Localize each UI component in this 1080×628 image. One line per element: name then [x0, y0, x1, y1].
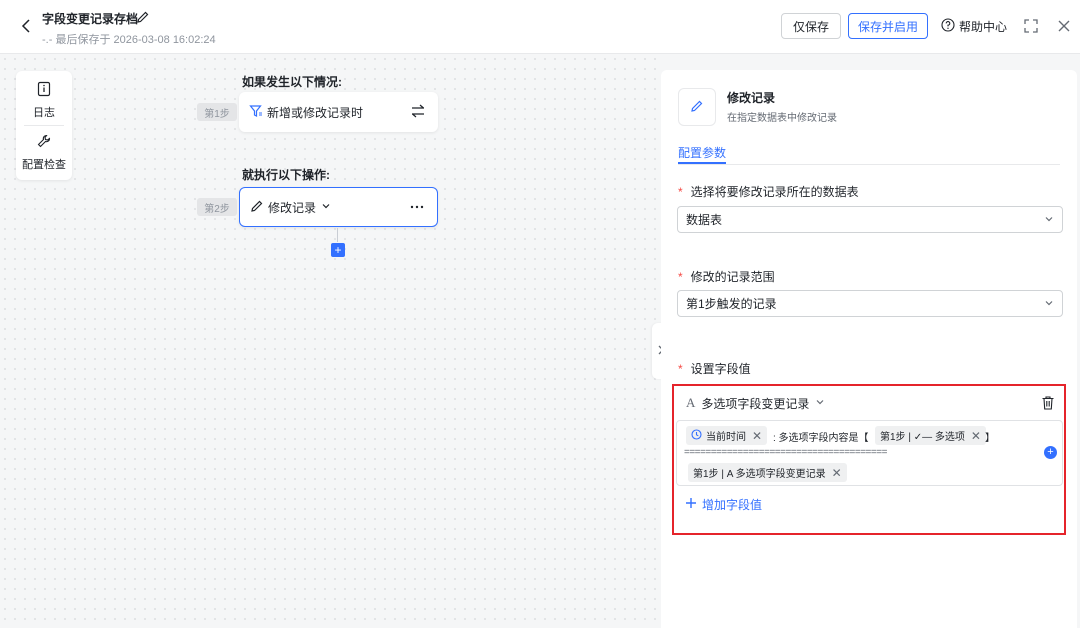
table-select-label: * 选择将要修改记录所在的数据表 — [678, 183, 859, 200]
trigger-section-title: 如果发生以下情况: — [242, 75, 342, 89]
last-saved-text: -.- 最后保存于 2026-03-08 16:02:24 — [42, 34, 216, 46]
table-select-value: 数据表 — [686, 213, 723, 227]
question-circle-icon — [941, 18, 955, 35]
active-tab-indicator — [678, 162, 726, 164]
save-and-enable-button[interactable]: 保存并启用 — [848, 13, 928, 39]
flow-connector — [337, 228, 338, 242]
set-field-values-label: * 设置字段值 — [678, 360, 751, 377]
top-header: 字段变更记录存档 -.- 最后保存于 2026-03-08 16:02:24 仅… — [0, 0, 1080, 54]
add-step-button[interactable]: + — [331, 243, 345, 257]
required-mark: * — [678, 362, 683, 376]
toolbox-divider — [24, 125, 64, 126]
pencil-icon — [250, 199, 264, 216]
help-center-label: 帮助中心 — [959, 20, 1008, 34]
chevron-down-icon — [1044, 297, 1054, 311]
wrench-icon — [36, 133, 52, 152]
table-select[interactable]: 数据表 — [677, 206, 1063, 233]
config-check-button[interactable]: 配置检查 — [16, 133, 72, 172]
action-node[interactable]: 修改记录 — [239, 187, 438, 227]
trigger-node[interactable]: 新增或修改记录时 — [239, 92, 438, 132]
canvas-toolbox: 日志 配置检查 — [16, 71, 72, 180]
panel-node-icon — [678, 88, 716, 126]
range-select-label: * 修改的记录范围 — [678, 268, 775, 285]
page-title: 字段变更记录存档 — [42, 12, 139, 26]
log-info-icon — [37, 81, 51, 100]
pencil-edit-icon[interactable] — [136, 10, 150, 24]
range-select-value: 第1步触发的记录 — [686, 297, 777, 311]
log-label: 日志 — [33, 107, 55, 119]
config-check-label: 配置检查 — [22, 159, 66, 171]
action-section-title: 就执行以下操作: — [242, 168, 330, 182]
table-select-label-text: 选择将要修改记录所在的数据表 — [690, 185, 859, 199]
range-select-label-text: 修改的记录范围 — [690, 270, 775, 284]
tab-config-params[interactable]: 配置参数 — [678, 144, 726, 161]
step1-tag: 第1步 — [197, 103, 237, 121]
workflow-canvas[interactable] — [0, 54, 660, 628]
range-select[interactable]: 第1步触发的记录 — [677, 290, 1063, 317]
tab-divider — [678, 164, 1060, 165]
highlight-annotation-box — [672, 384, 1066, 535]
filter-icon — [249, 104, 263, 121]
pencil-icon — [690, 99, 704, 116]
help-center-link[interactable]: 帮助中心 — [941, 18, 1007, 35]
trigger-node-label: 新增或修改记录时 — [267, 105, 364, 120]
panel-description: 在指定数据表中修改记录 — [727, 113, 837, 124]
fullscreen-expand-icon[interactable] — [1023, 18, 1039, 34]
step2-tag: 第2步 — [197, 198, 237, 216]
required-mark: * — [678, 185, 683, 199]
chevron-down-icon — [1044, 213, 1054, 227]
swap-arrows-icon[interactable] — [410, 104, 426, 121]
panel-title: 修改记录 — [727, 91, 776, 105]
config-panel: 修改记录 在指定数据表中修改记录 配置参数 * 选择将要修改记录所在的数据表 数据… — [661, 70, 1077, 628]
more-options-icon[interactable] — [409, 200, 425, 217]
close-icon[interactable] — [1056, 18, 1072, 34]
back-arrow-icon[interactable] — [18, 16, 36, 36]
chevron-down-icon[interactable] — [321, 200, 331, 214]
save-only-button[interactable]: 仅保存 — [781, 13, 841, 39]
set-field-values-label-text: 设置字段值 — [690, 362, 751, 376]
log-tool-button[interactable]: 日志 — [16, 81, 72, 120]
required-mark: * — [678, 270, 683, 284]
action-node-label: 修改记录 — [268, 200, 317, 215]
